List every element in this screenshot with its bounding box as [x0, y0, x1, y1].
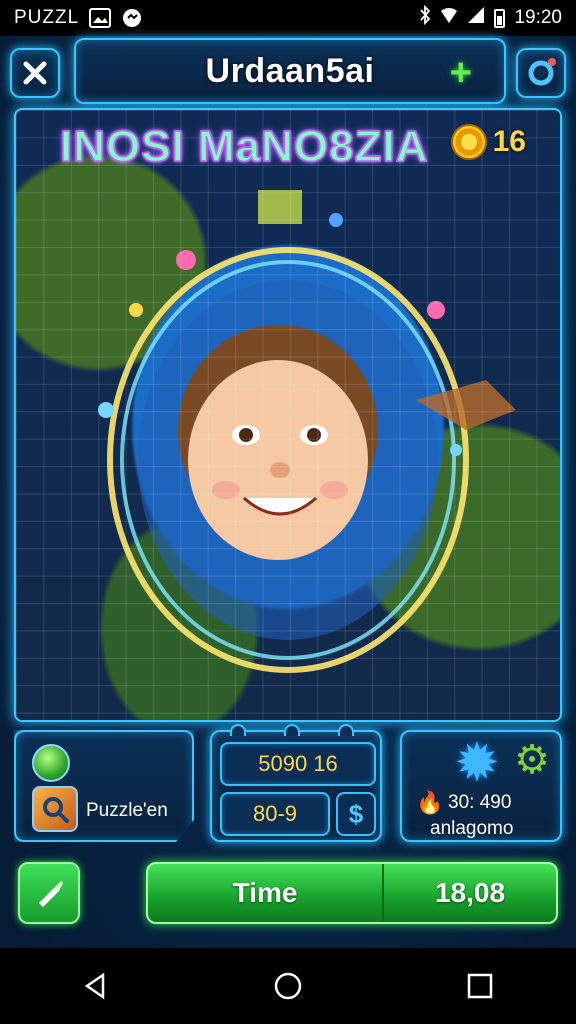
shop-button[interactable]: $: [336, 792, 376, 836]
chat-icon: [121, 8, 143, 28]
home-icon: [274, 972, 302, 1000]
status-app-name: PUZZL: [14, 7, 80, 28]
puzzle-label: Puzzle'en: [86, 800, 168, 821]
stat-score: 5090 16: [220, 742, 376, 786]
gear-blue-icon[interactable]: ✹: [452, 736, 502, 790]
stat-moves: 80-9: [220, 792, 330, 836]
panel-tabs: [230, 724, 354, 736]
status-time: 19:20: [514, 7, 562, 28]
board-headline: INOSI MaNO8ZIA: [59, 121, 429, 172]
wifi-icon: [440, 6, 458, 30]
battery-icon: [494, 8, 506, 28]
puzzle-board[interactable]: INOSI MaNO8ZIA 16: [14, 108, 562, 722]
bluetooth-icon: [419, 4, 431, 31]
magnifier-button[interactable]: [32, 786, 78, 832]
signal-icon: [467, 6, 485, 30]
time-label: Time: [232, 877, 298, 908]
time-bar[interactable]: Time 18,08: [146, 862, 558, 924]
stats-panel: 5090 16 80-9 $: [210, 724, 382, 842]
coin-count: 16: [492, 125, 526, 158]
reward-label: anlagomo: [430, 818, 514, 839]
close-button[interactable]: [10, 48, 60, 98]
coin-icon: [450, 124, 487, 160]
game-screen: Urdaan5ai + INOSI MaNO8ZIA 16 Puzzle'en …: [0, 36, 576, 948]
gallery-icon: [89, 8, 112, 28]
coin-counter: 16: [450, 124, 526, 160]
navigation-bar: [0, 948, 576, 1024]
brush-button[interactable]: [18, 862, 80, 924]
leaf-icon[interactable]: [32, 744, 70, 782]
gear-green-icon[interactable]: ⚙: [512, 740, 552, 780]
title-bar: Urdaan5ai +: [74, 38, 506, 104]
brush-icon: [39, 881, 63, 907]
page-title: Urdaan5ai: [205, 51, 375, 90]
reward-value: 30: 490: [448, 792, 512, 813]
puzzle-panel: Puzzle'en: [14, 730, 194, 842]
rewards-panel: ✹ ⚙ 🔥 30: 490 anlagomo: [400, 730, 562, 842]
back-icon: [84, 972, 105, 1000]
recents-button[interactable]: [460, 966, 500, 1006]
status-bar: PUZZL 19:20: [0, 0, 576, 36]
close-icon: [23, 61, 47, 85]
magnifier-icon: [43, 797, 69, 823]
fire-icon: 🔥: [416, 790, 444, 815]
home-button[interactable]: [268, 966, 308, 1006]
settings-icon: [528, 58, 556, 86]
puzzle-grid: [16, 110, 560, 720]
add-button[interactable]: +: [450, 54, 472, 92]
recents-icon: [467, 973, 493, 999]
back-button[interactable]: [76, 966, 116, 1006]
time-value: 18,08: [434, 877, 506, 908]
settings-button[interactable]: [516, 48, 566, 98]
